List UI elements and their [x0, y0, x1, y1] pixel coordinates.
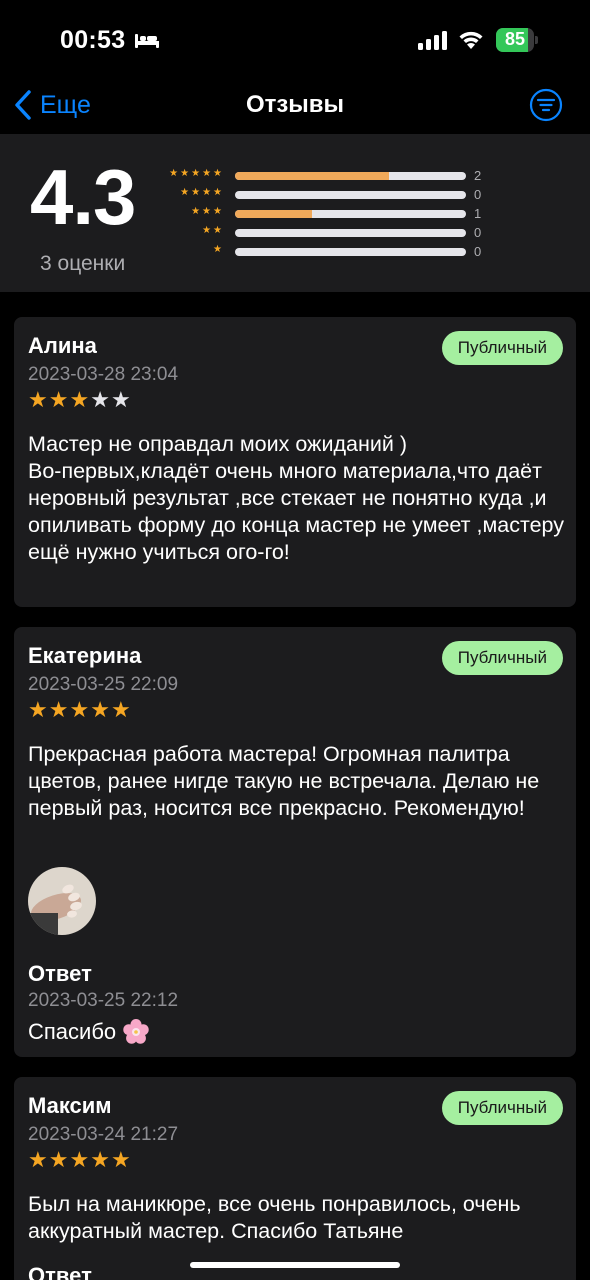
- distribution-bar: [235, 172, 390, 180]
- review-stars: ★★★★★: [28, 697, 132, 723]
- distribution-row-5: ★★★★★ 2: [150, 168, 490, 184]
- rating-count: 3 оценки: [40, 252, 126, 275]
- star-filled-icon: ★: [48, 697, 70, 722]
- review-photo[interactable]: [28, 867, 96, 935]
- review-card: Максим Публичный 2023-03-24 21:27 ★★★★★ …: [14, 1077, 576, 1280]
- review-date: 2023-03-28 23:04: [28, 364, 179, 385]
- review-text: Мастер не оправдал моих ожиданий ) Во-пе…: [28, 432, 564, 564]
- star-empty-icon: ★: [90, 387, 111, 412]
- battery-icon: 85: [496, 28, 538, 52]
- distribution-stars: ★★★: [191, 206, 224, 217]
- star-filled-icon: ★: [69, 387, 91, 412]
- home-indicator: [190, 1262, 400, 1268]
- distribution-bar: [235, 210, 312, 218]
- review-card: Алина Публичный 2023-03-28 23:04 ★★★★★ М…: [14, 317, 576, 607]
- star-filled-icon: ★: [48, 1147, 70, 1172]
- review-author: Екатерина: [28, 643, 142, 668]
- reply-label: Ответ: [28, 1263, 92, 1280]
- star-filled-icon: ★: [28, 387, 49, 412]
- wifi-icon: [459, 31, 483, 49]
- nav-bar: Еще Отзывы: [0, 80, 590, 132]
- distribution-stars: ★★★★★: [169, 168, 224, 179]
- battery-level: 85: [504, 29, 526, 49]
- distribution-row-3: ★★★ 1: [150, 206, 490, 222]
- star-filled-icon: ★: [69, 697, 91, 722]
- visibility-badge: Публичный: [441, 641, 563, 675]
- distribution-stars: ★: [213, 244, 224, 255]
- visibility-badge: Публичный: [441, 331, 563, 365]
- star-filled-icon: ★: [28, 697, 49, 722]
- star-filled-icon: ★: [69, 1147, 91, 1172]
- star-filled-icon: ★: [90, 1147, 111, 1172]
- review-text: Был на маникюре, все очень понравилось, …: [28, 1192, 521, 1243]
- star-filled-icon: ★: [48, 387, 70, 412]
- star-filled-icon: ★: [90, 697, 111, 722]
- distribution-count: 2: [474, 168, 482, 183]
- distribution-stars: ★★: [202, 225, 224, 236]
- distribution-row-4: ★★★★ 0: [150, 187, 490, 203]
- review-text: Прекрасная работа мастера! Огромная пали…: [28, 742, 540, 820]
- distribution-row-2: ★★ 0: [150, 225, 490, 241]
- distribution-count: 0: [474, 187, 482, 202]
- filter-icon[interactable]: [529, 88, 563, 122]
- status-bar: 00:53 85: [0, 0, 590, 80]
- distribution-row-1: ★ 0: [150, 244, 490, 260]
- distribution-count: 0: [474, 244, 482, 259]
- reply-message: Спасибо: [28, 1019, 117, 1044]
- review-stars: ★★★★★: [28, 387, 132, 413]
- distribution-count: 1: [474, 206, 482, 221]
- reply-text: Спасибо: [28, 1018, 150, 1046]
- distribution-count: 0: [474, 225, 482, 240]
- average-rating: 4.3: [30, 153, 136, 241]
- distribution-stars: ★★★★: [180, 187, 224, 198]
- review-author: Максим: [28, 1093, 112, 1118]
- signal-icon: [418, 31, 447, 50]
- bed-icon: [135, 34, 159, 48]
- status-time: 00:53: [60, 26, 126, 54]
- review-author: Алина: [28, 333, 97, 358]
- reply-label: Ответ: [28, 961, 92, 986]
- visibility-badge: Публичный: [441, 1091, 563, 1125]
- page-title: Отзывы: [245, 91, 345, 118]
- reply-date: 2023-03-25 22:12: [28, 990, 179, 1011]
- cherry-blossom-icon: [123, 1019, 149, 1044]
- star-filled-icon: ★: [110, 697, 132, 722]
- review-date: 2023-03-25 22:09: [28, 674, 179, 695]
- star-filled-icon: ★: [110, 1147, 132, 1172]
- rating-summary: 4.3 3 оценки ★★★★★ 2 ★★★★ 0 ★★★ 1 ★★ 0 ★…: [0, 134, 590, 292]
- review-stars: ★★★★★: [28, 1147, 132, 1173]
- star-filled-icon: ★: [28, 1147, 49, 1172]
- star-empty-icon: ★: [110, 387, 132, 412]
- review-card: Екатерина Публичный 2023-03-25 22:09 ★★★…: [14, 627, 576, 1057]
- review-date: 2023-03-24 21:27: [28, 1124, 179, 1145]
